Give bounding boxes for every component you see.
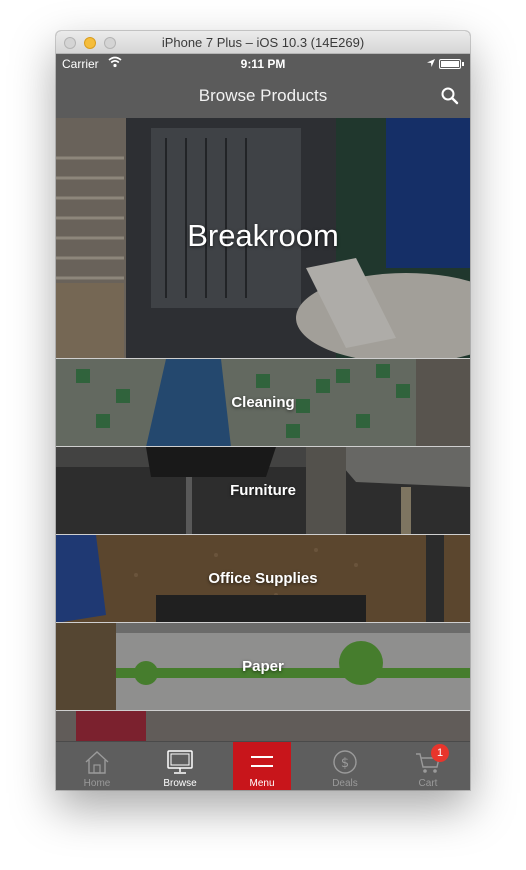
category-label: Furniture: [230, 482, 296, 499]
category-tile-partial[interactable]: [56, 711, 470, 741]
status-time: 9:11 PM: [240, 57, 286, 71]
category-list: Breakroom Cleaning Furniture Office Supp…: [56, 118, 470, 741]
partial-category-image: [56, 711, 470, 741]
window-titlebar: iPhone 7 Plus – iOS 10.3 (14E269): [56, 31, 470, 54]
navigation-bar: Browse Products: [56, 74, 470, 118]
category-tile-breakroom[interactable]: Breakroom: [56, 118, 470, 359]
category-label: Cleaning: [231, 394, 295, 411]
category-tile-office-supplies[interactable]: Office Supplies: [56, 535, 470, 623]
cart-badge: 1: [431, 744, 449, 762]
simulator-window: iPhone 7 Plus – iOS 10.3 (14E269) Carrie…: [56, 31, 470, 790]
svg-text:$: $: [341, 756, 349, 771]
home-icon: [85, 751, 109, 774]
category-label: Office Supplies: [208, 570, 318, 587]
dollar-coin-icon: $: [333, 750, 357, 774]
search-icon[interactable]: [440, 86, 460, 106]
status-bar: Carrier 9:11 PM: [56, 54, 470, 74]
tab-menu[interactable]: Menu: [233, 742, 291, 790]
page-title: Browse Products: [198, 86, 328, 105]
tab-deals[interactable]: $ Deals: [316, 742, 374, 790]
location-arrow-icon: [426, 57, 436, 71]
category-label: Breakroom: [187, 218, 339, 253]
monitor-icon: [167, 750, 193, 774]
tab-browse[interactable]: Browse: [151, 742, 209, 790]
tab-home[interactable]: Home: [68, 742, 126, 790]
category-tile-paper[interactable]: Paper: [56, 623, 470, 711]
tab-cart[interactable]: 1 Cart: [399, 742, 457, 790]
tab-label: Cart: [418, 778, 438, 789]
battery-icon: [439, 59, 464, 69]
hamburger-menu-icon: [251, 756, 273, 767]
tab-bar: Home Browse Menu $ Deals 1 Cart: [56, 741, 470, 790]
tab-label: Menu: [249, 778, 275, 789]
window-title: iPhone 7 Plus – iOS 10.3 (14E269): [161, 35, 365, 50]
tab-label: Browse: [163, 778, 197, 789]
tab-label: Deals: [332, 778, 358, 789]
category-tile-furniture[interactable]: Furniture: [56, 447, 470, 535]
category-tile-cleaning[interactable]: Cleaning: [56, 359, 470, 447]
tab-label: Home: [83, 778, 111, 789]
category-label: Paper: [242, 658, 284, 675]
